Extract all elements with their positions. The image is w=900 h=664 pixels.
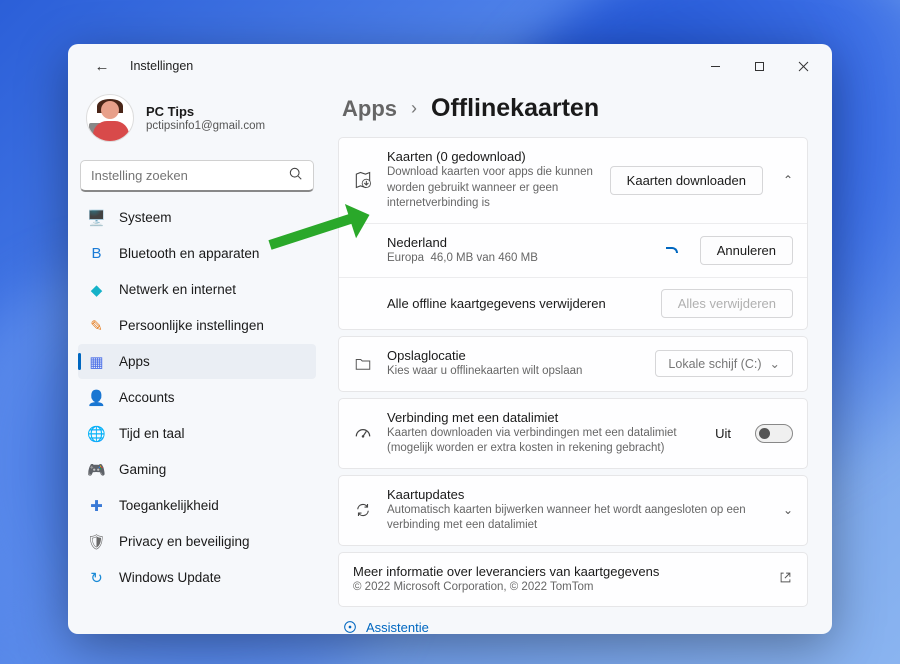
download-progress-row: Nederland Europa 46,0 MB van 460 MB Annu… [339, 223, 807, 278]
window-title: Instellingen [130, 59, 193, 73]
nav-label: Systeem [119, 210, 172, 225]
spinner-icon [666, 247, 678, 253]
storage-title: Opslaglocatie [387, 348, 641, 363]
back-button[interactable]: ← [84, 48, 120, 84]
vendor-copyright: © 2022 Microsoft Corporation, © 2022 Tom… [353, 580, 764, 596]
nav-icon: ◆ [88, 281, 105, 298]
titlebar: ← Instellingen [68, 44, 832, 88]
nav-label: Privacy en beveiliging [119, 534, 250, 549]
page-title: Offlinekaarten [431, 94, 599, 123]
open-external-icon[interactable] [778, 570, 793, 588]
chevron-right-icon: › [411, 98, 417, 119]
storage-subtitle: Kies waar u offlinekaarten wilt opslaan [387, 364, 641, 380]
nav-label: Accounts [119, 390, 175, 405]
nav-list: 🖥️ Systeem B Bluetooth en apparaten ◆ Netwerk… [78, 200, 316, 595]
profile-text: PC Tips pctipsinfo1@gmail.com [146, 104, 265, 132]
maps-subtitle: Download kaarten voor apps die kunnen wo… [387, 165, 596, 212]
sidebar-item-privacy-en-beveiliging[interactable]: 🛡 Privacy en beveiliging [78, 524, 316, 559]
nav-label: Tijd en taal [119, 426, 185, 441]
nav-icon: ▦ [88, 353, 105, 370]
minimize-icon [710, 61, 721, 72]
profile[interactable]: PC Tips pctipsinfo1@gmail.com [78, 88, 316, 156]
breadcrumb: Apps › Offlinekaarten [338, 88, 808, 137]
nav-icon: 🎮 [88, 461, 105, 478]
cancel-download-button[interactable]: Annuleren [700, 236, 793, 265]
storage-card[interactable]: Opslaglocatie Kies waar u offlinekaarten… [338, 336, 808, 392]
sidebar-item-toegankelijkheid[interactable]: ✚ Toegankelijkheid [78, 488, 316, 523]
nav-icon: B [88, 245, 105, 262]
gauge-icon [353, 423, 373, 443]
sidebar-item-gaming[interactable]: 🎮 Gaming [78, 452, 316, 487]
nav-icon: ↻ [88, 569, 105, 586]
folder-icon [353, 355, 373, 373]
nav-label: Persoonlijke instellingen [119, 318, 264, 333]
sidebar-item-systeem[interactable]: 🖥️ Systeem [78, 200, 316, 235]
sidebar: PC Tips pctipsinfo1@gmail.com 🖥️ Systeem B… [68, 88, 326, 634]
window-controls [694, 51, 824, 81]
sidebar-item-accounts[interactable]: 👤 Accounts [78, 380, 316, 415]
maximize-icon [754, 61, 765, 72]
metered-title: Verbinding met een datalimiet [387, 410, 701, 425]
search-icon [289, 167, 303, 184]
maps-title: Kaarten (0 gedownload) [387, 149, 596, 164]
nav-label: Windows Update [119, 570, 221, 585]
sidebar-item-bluetooth-en-apparaten[interactable]: B Bluetooth en apparaten [78, 236, 316, 271]
settings-window: ← Instellingen PC Tips pctipsinfo1@gmail [68, 44, 832, 634]
updates-subtitle: Automatisch kaarten bijwerken wanneer he… [387, 503, 763, 534]
maps-card: Kaarten (0 gedownload) Download kaarten … [338, 137, 808, 330]
sync-icon [353, 501, 373, 519]
sidebar-item-persoonlijke-instellingen[interactable]: ✎ Persoonlijke instellingen [78, 308, 316, 343]
nav-icon: ✚ [88, 497, 105, 514]
sidebar-item-apps[interactable]: ▦ Apps [78, 344, 316, 379]
main-content: Apps › Offlinekaarten Kaarten (0 gedownl… [326, 88, 832, 634]
nav-label: Gaming [119, 462, 166, 477]
nav-icon: ✎ [88, 317, 105, 334]
storage-drive-select[interactable]: Lokale schijf (C:) ⌄ [655, 350, 793, 377]
nav-label: Bluetooth en apparaten [119, 246, 259, 261]
chevron-up-icon[interactable]: ⌃ [783, 173, 793, 187]
chevron-down-icon[interactable]: ⌄ [783, 503, 793, 517]
profile-email: pctipsinfo1@gmail.com [146, 120, 265, 132]
storage-value: Lokale schijf (C:) [668, 357, 761, 371]
delete-all-button[interactable]: Alles verwijderen [661, 289, 793, 318]
nav-icon: 🛡 [88, 533, 105, 550]
minimize-button[interactable] [694, 51, 736, 81]
vendor-title: Meer informatie over leveranciers van ka… [353, 564, 764, 579]
sidebar-item-netwerk-en-internet[interactable]: ◆ Netwerk en internet [78, 272, 316, 307]
chevron-down-icon: ⌄ [770, 356, 780, 371]
download-region: Europa [387, 252, 424, 264]
sidebar-item-windows-update[interactable]: ↻ Windows Update [78, 560, 316, 595]
search-input[interactable] [91, 168, 289, 183]
search-box[interactable] [80, 160, 314, 192]
nav-label: Netwerk en internet [119, 282, 236, 297]
updates-card[interactable]: Kaartupdates Automatisch kaarten bijwerk… [338, 475, 808, 546]
download-country: Nederland [387, 235, 652, 250]
nav-label: Apps [119, 354, 150, 369]
nav-icon: 🌐 [88, 425, 105, 442]
download-maps-button[interactable]: Kaarten downloaden [610, 166, 763, 195]
metered-toggle[interactable] [755, 424, 793, 443]
maximize-button[interactable] [738, 51, 780, 81]
download-progress: 46,0 MB van 460 MB [430, 252, 537, 264]
sidebar-item-tijd-en-taal[interactable]: 🌐 Tijd en taal [78, 416, 316, 451]
close-icon [798, 61, 809, 72]
nav-icon: 👤 [88, 389, 105, 406]
vendor-info-card[interactable]: Meer informatie over leveranciers van ka… [338, 552, 808, 608]
nav-label: Toegankelijkheid [119, 498, 219, 513]
nav-icon: 🖥️ [88, 209, 105, 226]
delete-all-row: Alle offline kaartgegevens verwijderen A… [339, 277, 807, 329]
profile-name: PC Tips [146, 104, 265, 119]
updates-title: Kaartupdates [387, 487, 763, 502]
assistance-link[interactable]: Assistentie [338, 613, 808, 634]
metered-subtitle: Kaarten downloaden via verbindingen met … [387, 426, 701, 457]
delete-all-label: Alle offline kaartgegevens verwijderen [387, 296, 647, 311]
breadcrumb-parent[interactable]: Apps [342, 96, 397, 122]
maps-header-row: Kaarten (0 gedownload) Download kaarten … [339, 138, 807, 223]
close-button[interactable] [782, 51, 824, 81]
toggle-state-label: Uit [715, 426, 731, 441]
metered-card: Verbinding met een datalimiet Kaarten do… [338, 398, 808, 469]
map-download-icon [353, 170, 373, 190]
help-icon [342, 619, 358, 634]
avatar [86, 94, 134, 142]
